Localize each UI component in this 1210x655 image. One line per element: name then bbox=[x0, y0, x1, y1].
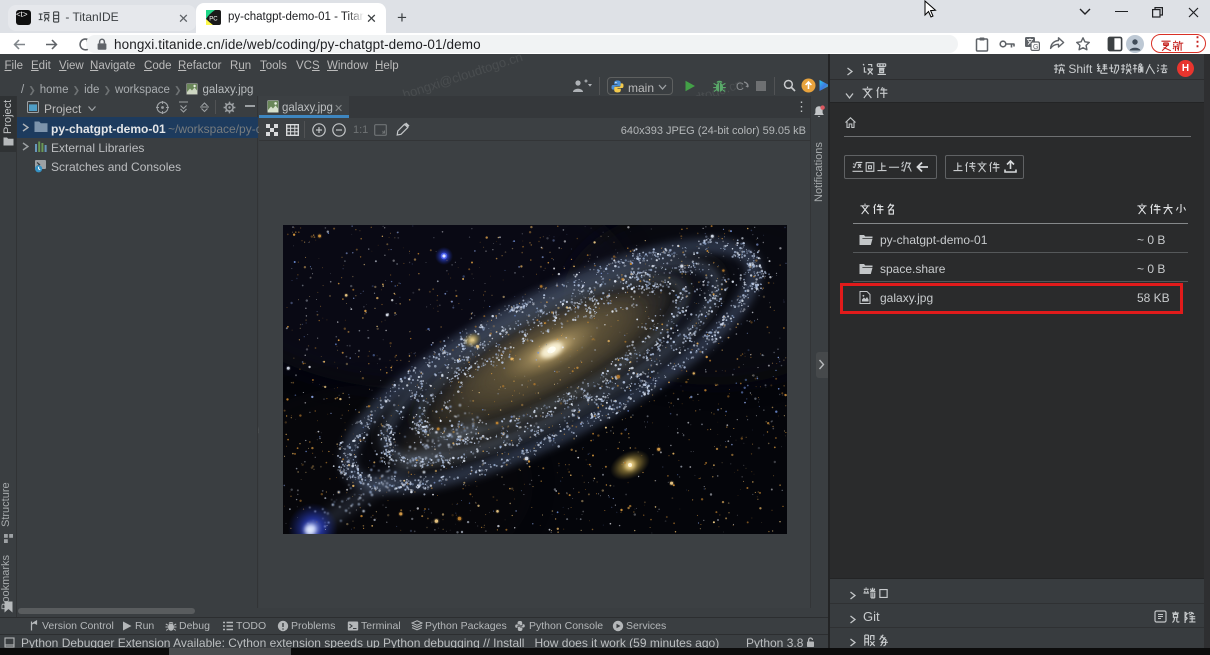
svg-text:C: C bbox=[736, 81, 744, 93]
svg-text:G: G bbox=[1033, 44, 1038, 51]
svg-text:PC: PC bbox=[209, 17, 218, 23]
